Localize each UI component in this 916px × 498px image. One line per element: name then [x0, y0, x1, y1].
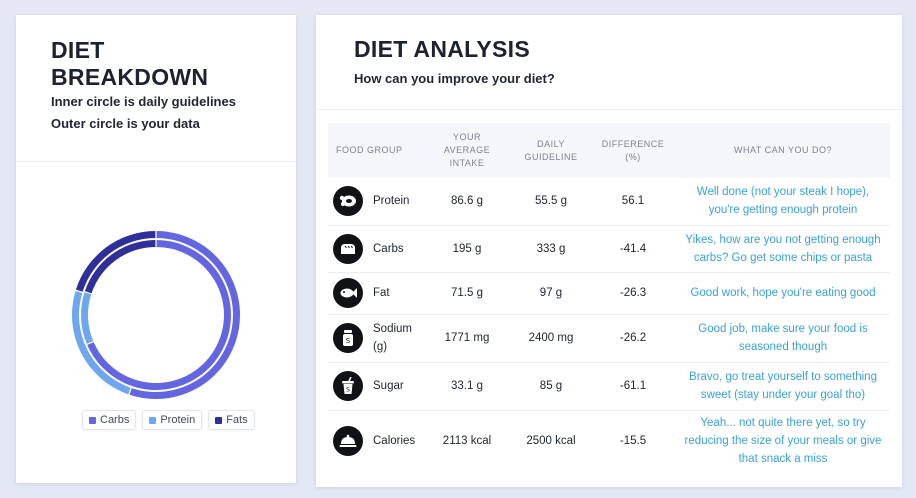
food-cell: S Sodium (g) — [328, 314, 422, 363]
analysis-subtitle: How can you improve your diet? — [354, 71, 555, 86]
cloche-icon — [333, 426, 363, 457]
difference-cell: 56.1 — [590, 178, 676, 226]
intake-cell: 86.6 g — [422, 178, 512, 226]
legend-protein-label: Protein — [160, 414, 196, 426]
difference-cell: -26.2 — [590, 314, 676, 363]
legend-fats[interactable]: Fats — [208, 410, 255, 430]
breakdown-header: DIET BREAKDOWN Inner circle is daily gui… — [16, 15, 296, 162]
header-difference-line1: DIFFERENCE — [601, 138, 665, 149]
tip-cell: Yeah... not quite there yet, so try redu… — [684, 417, 882, 466]
guideline-cell: 333 g — [512, 225, 590, 273]
legend-protein[interactable]: Protein — [142, 410, 203, 430]
intake-cell: 2113 kcal — [442, 435, 492, 448]
intake-cell: 33.1 g — [422, 362, 512, 411]
legend-carbs-swatch — [89, 416, 96, 424]
food-cell: Protein — [328, 178, 422, 226]
table-row: S Sodium (g) 1771 mg 2400 mg -26.2 Good … — [328, 314, 890, 363]
inner-ring-protein-slice[interactable] — [81, 292, 94, 344]
header-daily-guideline: DAILY GUIDELINE — [512, 123, 590, 178]
bread-icon — [333, 233, 363, 264]
header-action-label: WHAT CAN YOU DO? — [733, 145, 832, 155]
difference-cell: -26.3 — [590, 272, 676, 315]
header-difference-line2: (%) — [625, 151, 641, 162]
salt-shaker-icon: S — [333, 323, 363, 353]
outer-circle-note: Outer circle is your data — [51, 116, 200, 131]
legend-fats-swatch — [215, 416, 223, 424]
chart-legend: Carbs Protein Fats — [82, 410, 255, 430]
inner-circle-note: Inner circle is daily guidelines — [51, 94, 236, 109]
chicken-icon — [333, 186, 363, 217]
food-name: Protein — [373, 195, 410, 208]
guideline-cell: 85 g — [512, 362, 590, 411]
intake-cell: 195 g — [422, 225, 512, 273]
header-guideline-line2: GUIDELINE — [524, 151, 578, 162]
intake-cell: 1771 mg — [422, 314, 512, 363]
difference-cell: -61.1 — [590, 362, 676, 411]
header-intake-line2: AVERAGE — [443, 145, 491, 155]
legend-fats-label: Fats — [226, 414, 248, 426]
table-row: S Sugar 33.1 g 85 g -61.1 Bravo, go trea… — [328, 362, 890, 411]
svg-text:S: S — [346, 387, 350, 394]
header-food-group: FOOD GROUP — [328, 123, 422, 178]
guideline-cell: 97 g — [512, 272, 590, 315]
diet-analysis-table: FOOD GROUP YOUR AVERAGE INTAKE DAILY GUI… — [328, 123, 890, 472]
header-intake-line1: YOUR — [452, 132, 481, 142]
guideline-cell: 2400 mg — [512, 314, 590, 363]
guideline-cell: 2500 kcal — [526, 435, 576, 448]
soda-cup-icon: S — [333, 371, 363, 401]
svg-text:S: S — [346, 337, 351, 345]
food-name: Carbs — [373, 242, 404, 255]
intake-cell: 71.5 g — [422, 272, 512, 315]
difference-cell: -15.5 — [619, 435, 647, 448]
legend-carbs-label: Carbs — [100, 414, 130, 426]
table-row: Protein 86.6 g 55.5 g 56.1 Well done (no… — [328, 178, 890, 226]
food-cell: Carbs — [328, 225, 422, 273]
breakdown-title-line2: BREAKDOWN — [51, 64, 209, 90]
outer-ring-carbs-slice[interactable] — [129, 231, 241, 399]
breakdown-title-line1: DIET — [51, 37, 105, 63]
diet-donut-chart — [71, 231, 241, 399]
header-difference: DIFFERENCE (%) — [590, 123, 676, 178]
food-name: Sodium (g) — [373, 323, 412, 353]
header-food-group-label: FOOD GROUP — [336, 145, 403, 155]
table-row: Carbs 195 g 333 g -41.4 Yikes, how are y… — [328, 225, 890, 273]
diet-breakdown-card: DIET BREAKDOWN Inner circle is daily gui… — [16, 15, 296, 483]
food-cell: S Sugar — [328, 362, 422, 411]
legend-protein-swatch — [149, 416, 157, 424]
header-average-intake: YOUR AVERAGE INTAKE — [422, 123, 512, 178]
tip-cell: Good job, make sure your food is seasone… — [676, 314, 890, 363]
diet-analysis-card: DIET ANALYSIS How can you improve your d… — [316, 15, 902, 487]
header-intake-line3: INTAKE — [449, 158, 485, 168]
food-name: Calories — [373, 435, 416, 448]
tip-cell: Good work, hope you're eating good — [676, 272, 890, 315]
table-row: Fat 71.5 g 97 g -26.3 Good work, hope yo… — [328, 272, 890, 315]
analysis-header: DIET ANALYSIS How can you improve your d… — [316, 15, 902, 110]
table-row: Calories 2113 kcal 2500 kcal -15.5 Yeah.… — [328, 410, 890, 472]
food-cell: Fat — [328, 272, 422, 315]
guideline-cell: 55.5 g — [512, 178, 590, 226]
difference-cell: -41.4 — [590, 225, 676, 273]
tip-cell: Bravo, go treat yourself to something sw… — [676, 362, 890, 411]
tip-cell: Yikes, how are you not getting enough ca… — [676, 225, 890, 273]
header-guideline-line1: DAILY — [537, 138, 565, 149]
analysis-title: DIET ANALYSIS — [354, 36, 531, 62]
fish-icon — [333, 278, 363, 308]
food-name: Sugar — [373, 380, 404, 392]
tip-cell: Well done (not your steak I hope), you'r… — [676, 178, 890, 226]
outer-ring-fats-slice[interactable] — [75, 231, 156, 292]
legend-carbs[interactable]: Carbs — [82, 410, 137, 430]
food-cell: Calories — [328, 410, 422, 472]
header-what-can-you-do: WHAT CAN YOU DO? — [676, 123, 890, 178]
table-header-row: FOOD GROUP YOUR AVERAGE INTAKE DAILY GUI… — [328, 123, 890, 178]
food-name: Fat — [373, 287, 390, 299]
